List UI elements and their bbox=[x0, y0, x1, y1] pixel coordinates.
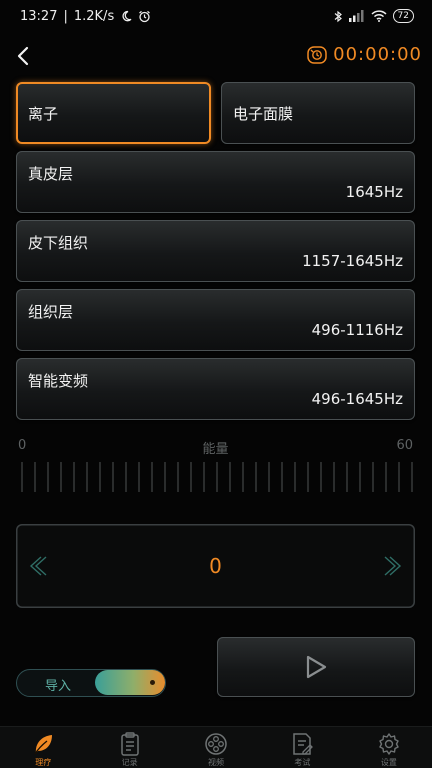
tab-label: 视频 bbox=[208, 758, 225, 767]
tab-records[interactable]: 记录 bbox=[86, 727, 172, 768]
play-button[interactable] bbox=[217, 637, 415, 697]
freq-option-subcutaneous[interactable]: 皮下组织 1157-1645Hz bbox=[16, 220, 415, 282]
import-label: 导入 bbox=[45, 679, 72, 694]
status-bar: 13:27 | 1.2K/s 72 bbox=[0, 0, 432, 32]
timer-value: 00:00:00 bbox=[333, 44, 422, 65]
signal-icon bbox=[348, 10, 364, 22]
tab-label: 设置 bbox=[380, 758, 397, 767]
film-reel-icon bbox=[205, 733, 227, 755]
leaf-icon bbox=[34, 735, 53, 755]
freq-option-tissue[interactable]: 组织层 496-1116Hz bbox=[16, 289, 415, 351]
energy-max: 60 bbox=[396, 438, 413, 453]
mode-button-ion[interactable]: 离子 bbox=[16, 82, 211, 144]
mode-label-ion: 离子 bbox=[28, 104, 59, 123]
freq-name: 组织层 bbox=[28, 303, 74, 321]
status-time: 13:27 bbox=[20, 8, 58, 24]
exam-paper-icon bbox=[293, 733, 314, 755]
tab-label: 考试 bbox=[294, 758, 311, 767]
mode-button-face-mask[interactable]: 电子面膜 bbox=[221, 82, 415, 144]
freq-name: 智能变频 bbox=[28, 372, 89, 390]
gear-icon bbox=[379, 733, 399, 755]
clipboard-icon bbox=[120, 732, 139, 756]
tab-settings[interactable]: 设置 bbox=[346, 727, 432, 768]
tab-label: 记录 bbox=[121, 758, 138, 767]
status-left: 13:27 | 1.2K/s bbox=[20, 9, 151, 24]
tab-exam[interactable]: 考试 bbox=[259, 727, 345, 768]
bluetooth-icon bbox=[334, 10, 342, 22]
toggle-knob bbox=[95, 670, 165, 695]
tab-label: 理疗 bbox=[35, 758, 52, 767]
freq-option-dermis[interactable]: 真皮层 1645Hz bbox=[16, 151, 415, 213]
mode-label-face-mask: 电子面膜 bbox=[233, 104, 294, 123]
freq-value: 496-1116Hz bbox=[311, 321, 403, 339]
tab-therapy[interactable]: 理疗 bbox=[0, 727, 86, 768]
freq-value: 496-1645Hz bbox=[311, 390, 403, 408]
freq-name: 真皮层 bbox=[28, 165, 74, 183]
wifi-icon bbox=[371, 10, 387, 22]
increase-chevron-icon[interactable] bbox=[383, 554, 405, 578]
battery-indicator: 72 bbox=[392, 9, 414, 23]
import-toggle[interactable]: 导入 bbox=[16, 669, 166, 697]
bottom-tab-bar: 理疗 记录 视频 考试 设置 bbox=[0, 726, 432, 768]
energy-title: 能量 bbox=[202, 442, 229, 457]
energy-scale-labels: 0 能量 60 bbox=[16, 438, 415, 457]
status-right: 72 bbox=[334, 9, 414, 23]
freq-name: 皮下组织 bbox=[28, 234, 89, 252]
freq-value: 1157-1645Hz bbox=[302, 252, 403, 270]
tab-video[interactable]: 视频 bbox=[173, 727, 259, 768]
moon-icon bbox=[122, 10, 132, 22]
status-net-speed: 1.2K/s bbox=[73, 8, 115, 24]
alarm-icon bbox=[139, 10, 151, 22]
header: 00:00:00 bbox=[0, 40, 432, 72]
timer-icon bbox=[307, 45, 327, 64]
toggle-dot bbox=[150, 680, 155, 685]
energy-value: 0 bbox=[209, 554, 222, 578]
energy-stepper: 0 bbox=[16, 524, 415, 608]
freq-option-smart[interactable]: 智能变频 496-1645Hz bbox=[16, 358, 415, 420]
freq-value: 1645Hz bbox=[345, 183, 403, 201]
session-timer: 00:00:00 bbox=[307, 44, 422, 65]
status-separator: | bbox=[63, 8, 68, 24]
energy-slider-ticks[interactable] bbox=[21, 462, 413, 492]
back-arrow-icon[interactable] bbox=[10, 42, 38, 70]
play-icon bbox=[306, 655, 327, 679]
